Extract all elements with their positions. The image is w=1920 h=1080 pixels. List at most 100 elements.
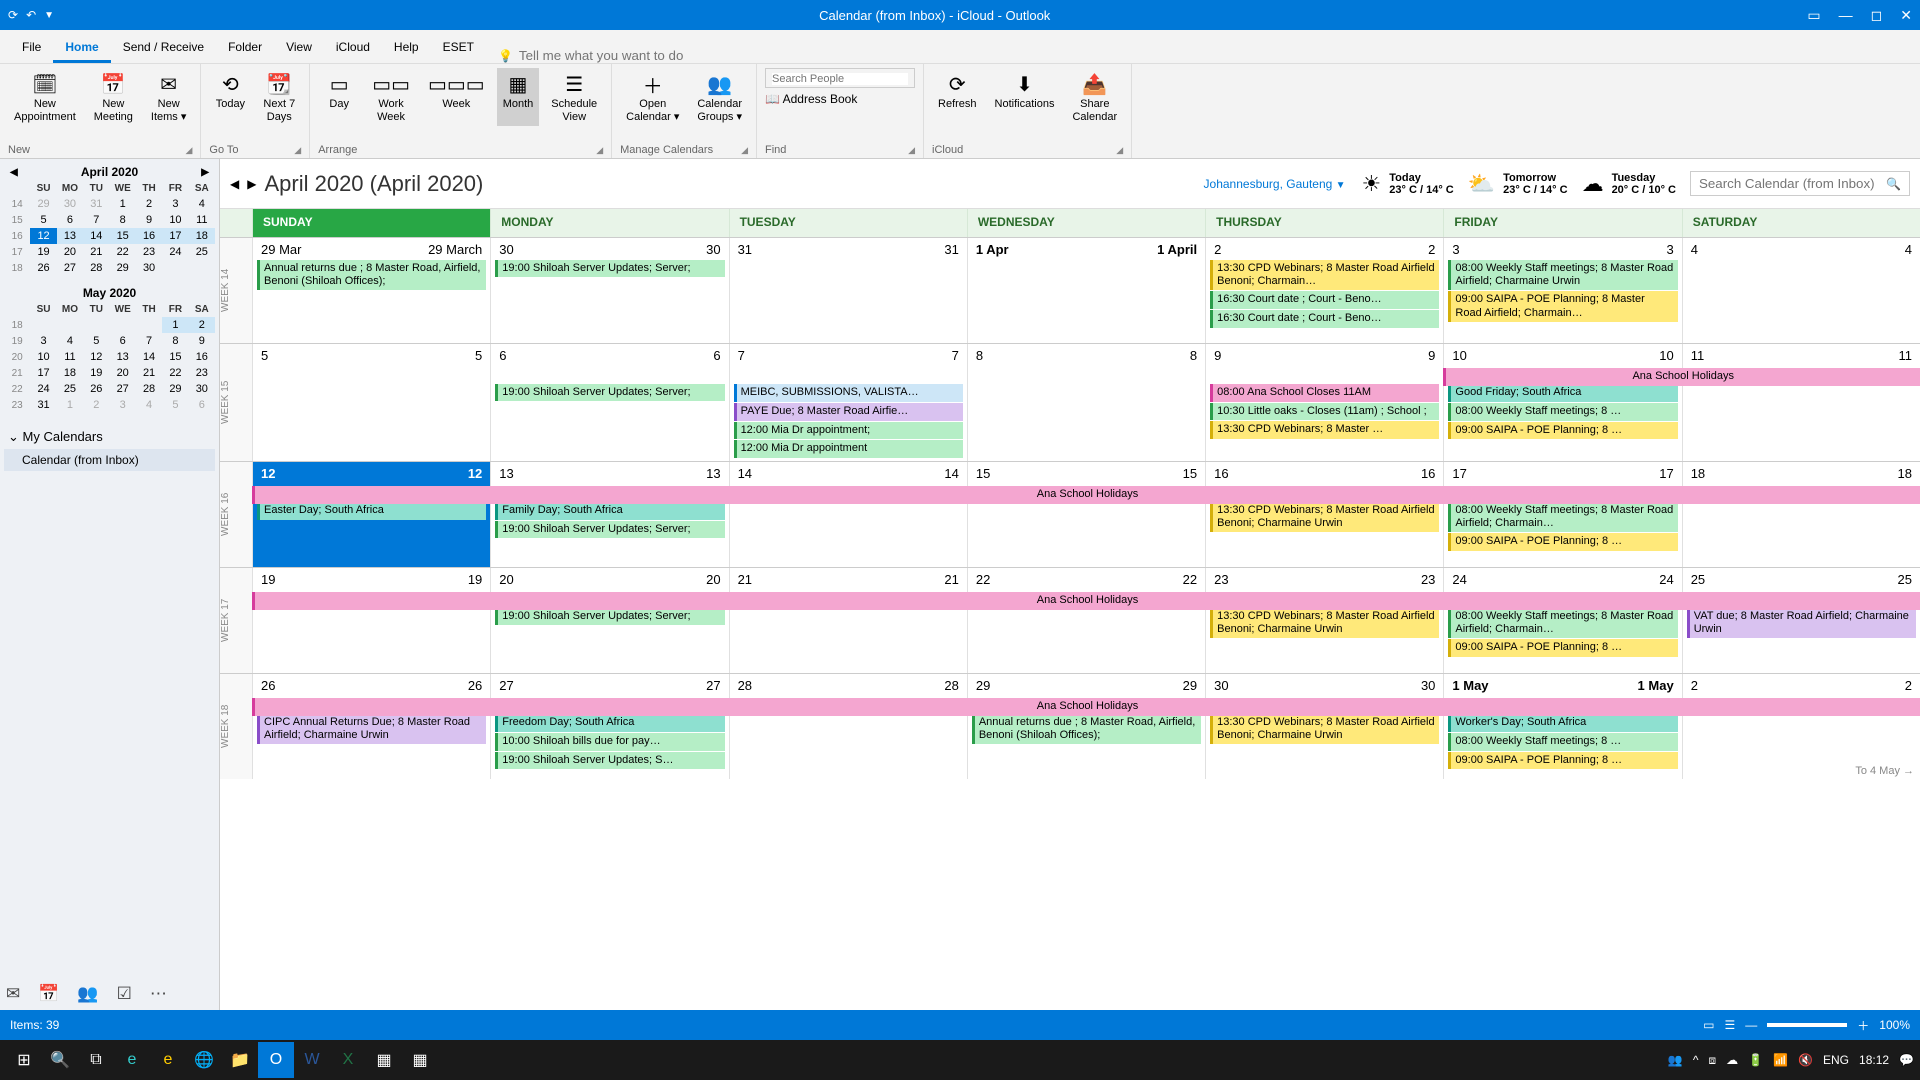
mini-cal-day[interactable]: 6 [57, 212, 83, 228]
mini-cal-day[interactable]: 10 [30, 349, 56, 365]
mini-cal-day[interactable]: 25 [57, 381, 83, 397]
view-reading-icon[interactable]: ☰ [1725, 1018, 1736, 1032]
ribbon-day-button[interactable]: ▭Day [318, 68, 360, 126]
start-button[interactable]: ⊞ [6, 1042, 42, 1078]
menu-tab-help[interactable]: Help [382, 34, 431, 63]
mini-cal-day[interactable]: 5 [83, 333, 109, 349]
excel-icon[interactable]: X [330, 1042, 366, 1078]
outlook-icon[interactable]: O [258, 1042, 294, 1078]
calendar-cell[interactable]: 22 [1682, 674, 1920, 779]
dropbox-icon[interactable]: ⧈ [1709, 1053, 1717, 1068]
mini-cal-day[interactable]: 4 [189, 196, 215, 212]
calendar-event[interactable]: Annual returns due ; 8 Master Road, Airf… [257, 260, 486, 290]
calendar-event[interactable]: 16:30 Court date ; Court - Beno… [1210, 291, 1439, 309]
clock[interactable]: 18:12 [1859, 1053, 1889, 1067]
calendar-search[interactable]: 🔍 [1690, 171, 1910, 196]
mini-cal-day[interactable]: 2 [83, 397, 109, 413]
ribbon-display-icon[interactable]: ▭ [1807, 7, 1820, 24]
calendar-from-inbox[interactable]: Calendar (from Inbox) [4, 449, 215, 471]
zoom-in-button[interactable]: ＋ [1857, 1017, 1869, 1034]
calendar-event[interactable]: Annual returns due ; 8 Master Road, Airf… [972, 714, 1201, 744]
mini-cal-day[interactable]: 30 [57, 196, 83, 212]
calendar-event[interactable]: 16:30 Court date ; Court - Beno… [1210, 310, 1439, 328]
qat-customize-icon[interactable]: ▼ [44, 10, 54, 21]
mini-cal-day[interactable]: 15 [162, 349, 188, 365]
word-icon[interactable]: W [294, 1042, 330, 1078]
mini-cal-day[interactable]: 12 [30, 228, 56, 244]
dialog-launcher-icon[interactable]: ◢ [294, 145, 301, 156]
mini-cal-day[interactable]: 28 [83, 260, 109, 276]
ribbon-today-button[interactable]: ⟲Today [209, 68, 251, 126]
calendar-cell[interactable]: 1111 [1682, 344, 1920, 461]
mini-cal-day[interactable]: 22 [162, 365, 188, 381]
onedrive-icon[interactable]: ☁ [1726, 1053, 1738, 1067]
calendar-event[interactable]: 13:30 CPD Webinars; 8 Master Road Airfie… [1210, 608, 1439, 638]
dialog-launcher-icon[interactable]: ◢ [741, 145, 748, 156]
next-month-icon[interactable]: ▶ [201, 167, 209, 178]
address-book-button[interactable]: 📖 Address Book [765, 92, 915, 106]
prev-month-icon[interactable]: ◀ [10, 167, 18, 178]
calendar-event[interactable]: Worker's Day; South Africa [1448, 714, 1677, 732]
mini-cal-day[interactable]: 15 [110, 228, 136, 244]
mini-cal-day[interactable]: 7 [83, 212, 109, 228]
calendar-event[interactable]: 19:00 Shiloah Server Updates; S… [495, 752, 724, 770]
calendar-event[interactable]: Easter Day; South Africa [257, 502, 486, 520]
calendar-event[interactable]: VAT due; 8 Master Road Airfield; Charmai… [1687, 608, 1916, 638]
calendar-event[interactable]: 09:00 SAIPA - POE Planning; 8 … [1448, 639, 1677, 657]
mini-cal-day[interactable] [83, 317, 109, 333]
calendar-event[interactable]: 08:00 Weekly Staff meetings; 8 Master Ro… [1448, 608, 1677, 638]
calendar-cell[interactable]: 3308:00 Weekly Staff meetings; 8 Master … [1443, 238, 1681, 343]
calendar-event[interactable]: 19:00 Shiloah Server Updates; Server; [495, 521, 724, 538]
mini-calendar-april[interactable]: ◀April 2020▶SUMOTUWETHFRSA14293031123415… [4, 163, 215, 276]
mini-cal-day[interactable]: 1 [110, 196, 136, 212]
calendar-event[interactable]: Freedom Day; South Africa [495, 714, 724, 732]
calendar-cell[interactable]: 2213:30 CPD Webinars; 8 Master Road Airf… [1205, 238, 1443, 343]
ribbon-newitems-button[interactable]: ✉NewItems ▾ [145, 68, 192, 126]
spanning-event[interactable]: Ana School Holidays [1443, 368, 1920, 386]
mini-cal-day[interactable]: 17 [30, 365, 56, 381]
mini-cal-day[interactable]: 25 [189, 244, 215, 260]
mini-cal-day[interactable]: 30 [136, 260, 162, 276]
ribbon-refresh-button[interactable]: ⟳Refresh [932, 68, 983, 126]
calendar-cell[interactable]: 1010Good Friday; South Africa08:00 Weekl… [1443, 344, 1681, 461]
mini-cal-day[interactable]: 14 [136, 349, 162, 365]
weather-location[interactable]: Johannesburg, Gauteng ▼ [1204, 177, 1346, 191]
calendar-search-input[interactable] [1699, 176, 1886, 191]
ribbon-workweek-button[interactable]: ▭▭WorkWeek [366, 68, 416, 126]
ribbon-nextdays-button[interactable]: 📆Next 7Days [257, 68, 301, 126]
calendar-event[interactable]: 13:30 CPD Webinars; 8 Master Road Airfie… [1210, 260, 1439, 290]
ribbon-sharecalendar-button[interactable]: 📤ShareCalendar [1066, 68, 1123, 126]
notifications-icon[interactable]: 💬 [1899, 1053, 1914, 1067]
menu-tab-file[interactable]: File [10, 34, 53, 63]
calendar-event[interactable]: 19:00 Shiloah Server Updates; Server; [495, 608, 724, 625]
mini-cal-day[interactable]: 21 [136, 365, 162, 381]
close-icon[interactable]: ✕ [1900, 7, 1912, 24]
calendar-cell[interactable]: 242408:00 Weekly Staff meetings; 8 Maste… [1443, 568, 1681, 673]
weather-tuesday[interactable]: ☁Tuesday20° C / 10° C [1582, 171, 1676, 197]
next-month-button[interactable]: ▶ [247, 177, 256, 191]
calendar-cell[interactable]: 77MEIBC, SUBMISSIONS, VALISTA…PAYE Due; … [729, 344, 967, 461]
app-icon[interactable]: ▦ [366, 1042, 402, 1078]
spanning-event[interactable]: Ana School Holidays [252, 698, 1920, 716]
calendar-cell[interactable]: 1 Apr1 April [967, 238, 1205, 343]
mini-cal-day[interactable]: 2 [136, 196, 162, 212]
tell-me-input[interactable] [519, 48, 719, 63]
mini-cal-day[interactable]: 13 [110, 349, 136, 365]
calendar-cell[interactable]: 1818 [1682, 462, 1920, 567]
mini-cal-day[interactable]: 13 [57, 228, 83, 244]
calendar-event[interactable]: 08:00 Weekly Staff meetings; 8 Master Ro… [1448, 502, 1677, 532]
mail-icon[interactable]: ✉ [6, 984, 20, 1004]
mini-cal-day[interactable]: 5 [30, 212, 56, 228]
battery-icon[interactable]: 🔋 [1748, 1053, 1763, 1067]
calendar-event[interactable]: 19:00 Shiloah Server Updates; Server; [495, 384, 724, 401]
mini-cal-day[interactable]: 24 [30, 381, 56, 397]
mini-cal-day[interactable]: 17 [162, 228, 188, 244]
undo-icon[interactable]: ↶ [26, 8, 36, 22]
calendar-cell[interactable]: 9908:00 Ana School Closes 11AM10:30 Litt… [1205, 344, 1443, 461]
refresh-icon[interactable]: ⟳ [8, 8, 18, 22]
mini-cal-day[interactable]: 8 [162, 333, 188, 349]
mini-cal-day[interactable]: 20 [110, 365, 136, 381]
calendar-cell[interactable]: 6619:00 Shiloah Server Updates; Server; [490, 344, 728, 461]
minimize-icon[interactable]: — [1839, 7, 1853, 24]
prev-month-button[interactable]: ◀ [230, 177, 239, 191]
